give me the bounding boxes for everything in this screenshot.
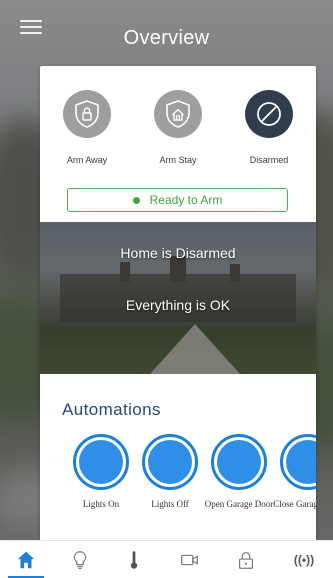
automation-label: Open Garage Door (204, 499, 274, 509)
lock-icon (238, 552, 254, 569)
disarmed-button[interactable]: Disarmed (229, 90, 309, 165)
automation-lights-on[interactable]: Lights On (65, 434, 137, 511)
tab-sensors[interactable]: ((•)) (280, 541, 328, 578)
bottom-tab-bar: ((•)) (0, 540, 333, 578)
status-line-ok: Everything is OK (125, 297, 231, 313)
camera-icon (181, 554, 198, 566)
arm-stay-label: Arm Stay (159, 155, 197, 165)
security-modes: Arm Away Arm Stay Disarmed (40, 90, 316, 180)
automations-list: Lights On Lights Off Open Garage Door Cl… (40, 434, 316, 534)
overview-card: Arm Away Arm Stay Disarmed Ready to Arm … (40, 66, 316, 541)
disarmed-label: Disarmed (249, 155, 289, 165)
tab-locks[interactable] (222, 541, 270, 578)
page-title: Overview (123, 27, 210, 49)
status-line-armed: Home is Disarmed (120, 245, 236, 261)
automation-label: Lights On (82, 499, 120, 509)
status-dot-icon (132, 196, 140, 204)
automation-lights-off[interactable]: Lights Off (134, 434, 206, 511)
arm-away-button[interactable]: Arm Away (47, 90, 127, 165)
ready-to-arm-badge: Ready to Arm (67, 188, 288, 212)
arm-stay-button[interactable]: Arm Stay (138, 90, 218, 165)
status-panel: Home is Disarmed Everything is OK (40, 222, 316, 374)
tab-lights[interactable] (56, 541, 104, 578)
automation-open-garage-door[interactable]: Open Garage Door (203, 434, 275, 511)
tab-home[interactable] (2, 541, 50, 578)
home-icon (17, 551, 35, 569)
tab-cameras[interactable] (166, 541, 214, 578)
arm-away-label: Arm Away (66, 155, 108, 165)
thermometer-icon (130, 551, 138, 569)
automation-label: Close Garage Door (273, 499, 316, 509)
sensor-icon: ((•)) (293, 553, 315, 567)
disarmed-icon (245, 90, 293, 138)
automations-heading: Automations (62, 400, 161, 419)
shield-home-icon (154, 90, 202, 138)
ready-status-text: Ready to Arm (149, 193, 223, 207)
tab-thermostat[interactable] (110, 541, 158, 578)
shield-lock-icon (63, 90, 111, 138)
automation-label: Lights Off (151, 499, 189, 509)
automation-close-garage-door[interactable]: Close Garage Door (272, 434, 316, 511)
lightbulb-icon (73, 551, 87, 569)
